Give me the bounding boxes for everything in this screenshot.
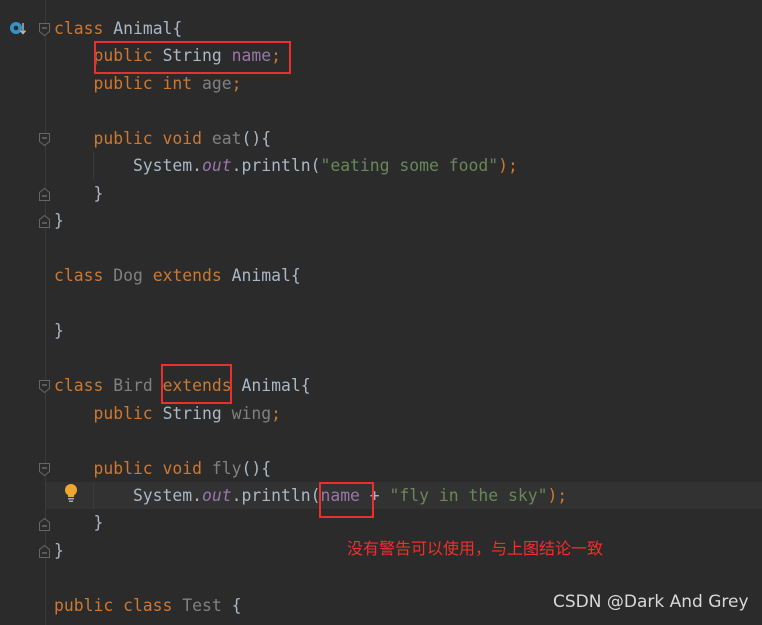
code-line[interactable]: } [54,509,567,536]
highlight-box-extends [161,364,232,404]
code-token: extends [152,266,232,286]
code-line[interactable]: class Dog extends Animal{ [54,262,567,289]
override-icon[interactable] [9,20,27,42]
code-line[interactable]: } [54,207,567,234]
code-token: Animal{ [231,266,301,286]
highlight-box-name-usage [319,482,374,518]
fold-marker-icon[interactable] [39,380,50,394]
code-token: public [54,403,163,423]
code-token: Animal{ [241,376,311,396]
code-token: .println( [231,485,321,505]
fold-marker-icon[interactable] [39,545,50,559]
code-token: public void [54,128,212,148]
code-line[interactable] [54,290,567,317]
code-line[interactable]: public class Test { [54,592,567,619]
code-line[interactable] [54,564,567,591]
code-line[interactable]: } [54,317,567,344]
code-token: } [54,183,104,203]
code-line[interactable]: } [54,180,567,207]
code-line[interactable]: System.out.println("eating some food"); [54,152,567,179]
code-token: eat [211,128,242,148]
highlight-box-name-field [94,41,291,74]
code-token: } [54,540,64,560]
fold-marker-icon[interactable] [39,215,50,229]
code-line[interactable]: public int age; [54,70,567,97]
code-token: class [54,266,114,286]
watermark: CSDN @Dark And Grey [553,592,749,612]
code-token: "eating some food" [320,156,499,176]
code-line[interactable]: class Bird extends Animal{ [54,372,567,399]
gutter-separator [45,0,46,625]
code-token: } [54,211,64,231]
code-token: (){ [241,458,272,478]
code-token: public void [54,458,212,478]
code-token: ); [498,156,518,176]
fold-marker-icon[interactable] [39,517,50,531]
code-token: } [54,513,104,533]
code-token: ); [547,485,568,505]
code-line[interactable]: class Animal{ [54,15,567,42]
code-token: } [54,321,64,341]
code-token: String [162,403,232,423]
code-token: public int [54,73,203,93]
code-token: Animal{ [113,19,183,38]
code-token: fly [211,458,242,478]
code-token: Dog [113,266,153,286]
code-token: ; [231,73,242,93]
code-line[interactable] [54,427,567,454]
code-line[interactable] [54,235,567,262]
code-token: { [231,595,242,615]
code-token: out [202,156,232,176]
code-line[interactable]: public String wing; [54,400,567,427]
code-token: Bird [113,376,163,396]
code-token: wing [231,403,272,423]
code-line[interactable]: public void eat(){ [54,125,567,152]
code-token: age [202,73,232,93]
code-token: class [54,376,114,396]
code-line[interactable]: public void fly(){ [54,455,567,482]
fold-marker-icon[interactable] [39,132,50,146]
code-token: (){ [241,128,272,148]
code-token: Test [182,595,232,615]
code-line[interactable]: System.out.println(name + "fly in the sk… [54,482,567,509]
fold-marker-icon[interactable] [39,23,50,36]
fold-marker-icon[interactable] [39,462,50,476]
code-token: System. [54,485,203,505]
code-token: out [202,485,232,505]
code-token: public class [54,595,183,615]
code-token: .println( [231,156,321,176]
code-token: System. [54,156,203,176]
code-editor[interactable]: class Animal{ public String name; public… [54,15,567,619]
annotation-text: 没有警告可以使用，与上图结论一致 [347,539,604,558]
code-token: ; [271,403,281,423]
code-token: class [54,19,114,38]
code-token: "fly in the sky" [389,485,548,505]
fold-marker-icon[interactable] [39,187,50,201]
code-line[interactable] [54,97,567,124]
code-line[interactable] [54,345,567,372]
